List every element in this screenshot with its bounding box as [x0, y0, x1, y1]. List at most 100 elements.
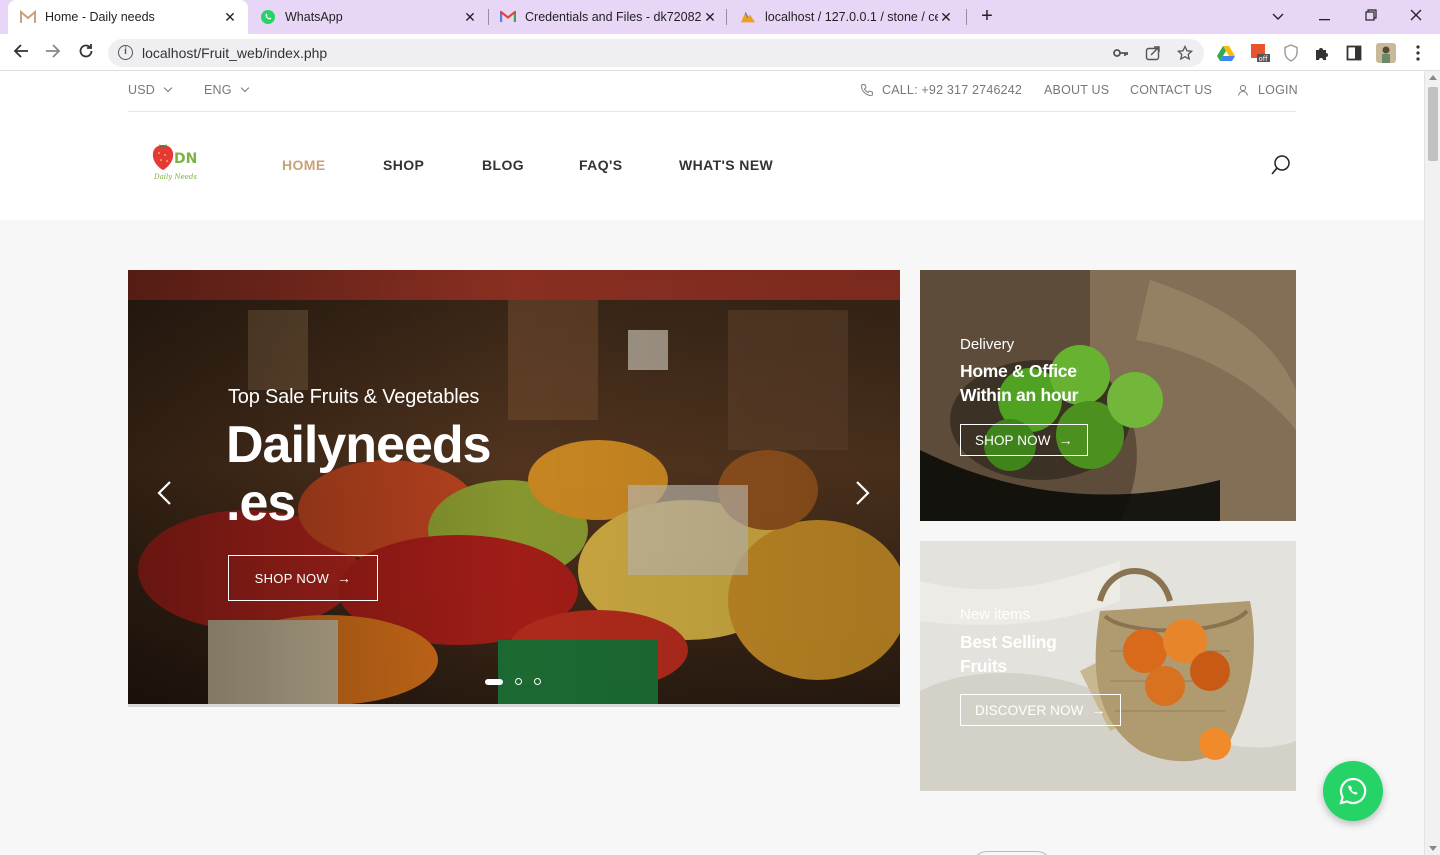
- login-link[interactable]: LOGIN: [1237, 83, 1298, 97]
- svg-text:off: off: [1259, 55, 1268, 63]
- tab-separator: [726, 9, 727, 25]
- phone-icon: [860, 83, 874, 97]
- tab-home-daily-needs[interactable]: Home - Daily needs ✕: [8, 0, 248, 34]
- tab-search-chevron-icon[interactable]: [1266, 4, 1290, 28]
- banner-title-line: Within an hour: [960, 385, 1079, 405]
- contact-us-link[interactable]: CONTACT US: [1130, 83, 1212, 97]
- tab-title: Home - Daily needs: [45, 10, 155, 24]
- nav-shop[interactable]: SHOP: [383, 157, 424, 173]
- banner-title: Best Selling Fruits: [960, 630, 1057, 678]
- window-close-icon[interactable]: [1404, 4, 1428, 28]
- tab-title: WhatsApp: [285, 10, 343, 24]
- about-us-link[interactable]: ABOUT US: [1044, 83, 1109, 97]
- hero-shop-now-button[interactable]: SHOP NOW →: [228, 555, 378, 601]
- tab-phpmyadmin[interactable]: localhost / 127.0.0.1 / stone / cer ✕: [728, 0, 964, 34]
- banner-title-line: Home & Office: [960, 361, 1077, 381]
- tab-title: localhost / 127.0.0.1 / stone / cer: [765, 10, 938, 24]
- scroll-up-icon[interactable]: [1429, 75, 1437, 80]
- share-icon[interactable]: [1144, 45, 1162, 61]
- currency-label: USD: [128, 83, 155, 97]
- scrollbar-thumb[interactable]: [1428, 87, 1438, 161]
- hero-bottom-border: [128, 704, 900, 707]
- site-header: USD ENG CALL: +92 317 2746242 ABOUT US C…: [0, 71, 1424, 220]
- banner-delivery[interactable]: Delivery Home & Office Within an hour SH…: [920, 270, 1296, 521]
- arrow-right-icon: →: [1058, 432, 1073, 448]
- google-drive-icon[interactable]: [1216, 43, 1236, 63]
- hero-title-line: Dailyneeds: [226, 416, 492, 474]
- button-label: DISCOVER NOW: [975, 702, 1084, 718]
- slider-prev-chevron-icon[interactable]: [156, 480, 174, 506]
- site-logo[interactable]: DN Daily Needs: [150, 141, 210, 185]
- close-icon[interactable]: ✕: [938, 9, 954, 26]
- nav-blog[interactable]: BLOG: [482, 157, 524, 173]
- extension-off-icon[interactable]: off: [1250, 43, 1270, 63]
- hero-title-line: .es: [226, 474, 296, 532]
- nav-whats-new[interactable]: WHAT'S NEW: [679, 157, 773, 173]
- banner-new-items[interactable]: New items Best Selling Fruits DISCOVER N…: [920, 541, 1296, 791]
- slider-dot-2[interactable]: [515, 678, 522, 685]
- gmail-m-icon: [20, 9, 36, 25]
- tab-credentials-and-files[interactable]: Credentials and Files - dk720820 ✕: [488, 0, 728, 34]
- slider-dot-3[interactable]: [534, 678, 541, 685]
- new-tab-button[interactable]: +: [976, 5, 998, 29]
- section-heading-pill: [972, 851, 1052, 855]
- back-arrow-icon[interactable]: [8, 40, 34, 66]
- nav-home[interactable]: HOME: [282, 157, 326, 173]
- header-divider: [128, 111, 1296, 112]
- site-info-icon[interactable]: i: [118, 45, 133, 60]
- shield-icon[interactable]: [1281, 43, 1301, 63]
- page-scrollbar[interactable]: [1424, 71, 1440, 855]
- browser-menu-icon[interactable]: [1408, 43, 1428, 63]
- tab-whatsapp[interactable]: WhatsApp ✕: [248, 0, 488, 34]
- url-text: localhost/Fruit_web/index.php: [142, 45, 328, 61]
- minimize-icon[interactable]: [1313, 4, 1337, 28]
- chevron-down-icon: [163, 83, 173, 93]
- restore-icon[interactable]: [1359, 4, 1383, 28]
- reload-icon[interactable]: [73, 40, 99, 66]
- chevron-down-icon: [240, 83, 249, 93]
- close-icon[interactable]: ✕: [462, 9, 478, 26]
- whatsapp-chat-button[interactable]: [1323, 761, 1383, 821]
- banner-title: Home & Office Within an hour: [960, 359, 1078, 407]
- whatsapp-icon: [1339, 777, 1367, 805]
- call-link[interactable]: CALL: +92 317 2746242: [860, 83, 1022, 97]
- phpmyadmin-icon: [740, 9, 756, 25]
- banner-title-line: Best Selling: [960, 632, 1057, 652]
- scroll-down-icon[interactable]: [1429, 846, 1437, 851]
- extensions-puzzle-icon[interactable]: [1312, 43, 1332, 63]
- about-us-label: ABOUT US: [1044, 83, 1110, 97]
- close-icon[interactable]: ✕: [222, 9, 238, 26]
- gmail-icon: [500, 9, 516, 25]
- slider-pagination: [485, 678, 541, 685]
- language-selector[interactable]: ENG: [204, 83, 249, 97]
- banner-title-line: Fruits: [960, 656, 1007, 676]
- bookmark-star-icon[interactable]: [1176, 44, 1194, 61]
- whatsapp-icon: [260, 9, 276, 25]
- user-icon: [1237, 84, 1249, 96]
- banner-kicker: Delivery: [960, 336, 1015, 353]
- profile-avatar[interactable]: [1376, 43, 1396, 63]
- arrow-right-icon: →: [337, 570, 352, 586]
- hero-slider[interactable]: Top Sale Fruits & Vegetables Dailyneeds …: [128, 270, 900, 704]
- search-icon[interactable]: [1270, 154, 1292, 176]
- banner-shop-now-button[interactable]: SHOP NOW →: [960, 424, 1088, 456]
- tab-separator: [966, 9, 967, 25]
- hero-subtitle: Top Sale Fruits & Vegetables: [228, 386, 480, 408]
- website-viewport: USD ENG CALL: +92 317 2746242 ABOUT US C…: [0, 71, 1424, 855]
- logo-tagline: Daily Needs: [153, 173, 197, 181]
- side-panel-icon[interactable]: [1344, 43, 1364, 63]
- banner-discover-now-button[interactable]: DISCOVER NOW →: [960, 694, 1121, 726]
- address-bar[interactable]: i localhost/Fruit_web/index.php: [108, 39, 1204, 67]
- close-icon[interactable]: ✕: [702, 9, 718, 26]
- login-label: LOGIN: [1258, 83, 1298, 97]
- currency-selector[interactable]: USD: [128, 83, 173, 97]
- nav-faq[interactable]: FAQ'S: [579, 157, 622, 173]
- slider-next-chevron-icon[interactable]: [853, 480, 871, 506]
- tab-title: Credentials and Files - dk720820: [525, 10, 702, 24]
- arrow-right-icon: →: [1091, 702, 1106, 718]
- key-icon[interactable]: [1112, 45, 1130, 61]
- slider-dot-1[interactable]: [485, 678, 503, 685]
- forward-arrow-icon[interactable]: [40, 40, 66, 66]
- browser-tab-strip: Home - Daily needs ✕ WhatsApp ✕ Credenti…: [0, 0, 1440, 34]
- language-label: ENG: [204, 83, 232, 97]
